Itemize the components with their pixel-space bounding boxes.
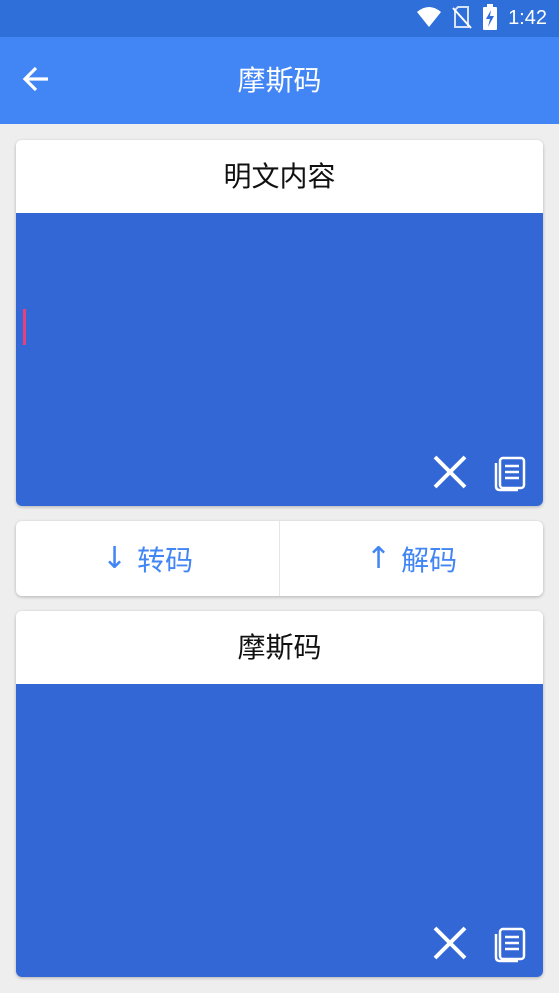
battery-charging-icon bbox=[482, 3, 498, 34]
plain-text-area bbox=[16, 213, 543, 506]
plain-text-card: 明文内容 bbox=[16, 140, 543, 506]
close-icon bbox=[432, 454, 468, 494]
copy-plain-button[interactable] bbox=[491, 454, 529, 494]
morse-code-title: 摩斯码 bbox=[16, 611, 543, 684]
copy-icon bbox=[492, 452, 528, 496]
arrow-left-icon bbox=[22, 66, 50, 96]
text-caret bbox=[23, 309, 26, 345]
plain-text-title: 明文内容 bbox=[16, 140, 543, 213]
status-time: 1:42 bbox=[508, 7, 547, 29]
convert-button-row: ↓ 转码 ↑ 解码 bbox=[16, 521, 543, 596]
morse-code-area bbox=[16, 684, 543, 977]
back-button[interactable] bbox=[16, 61, 56, 101]
app-bar: 摩斯码 bbox=[0, 37, 559, 124]
clear-plain-button[interactable] bbox=[431, 454, 469, 494]
arrow-up-icon: ↑ bbox=[365, 541, 392, 576]
plain-text-actions bbox=[431, 454, 529, 494]
page-title: 摩斯码 bbox=[237, 64, 322, 97]
close-icon bbox=[432, 925, 468, 965]
clear-morse-button[interactable] bbox=[431, 925, 469, 965]
encode-label: 转码 bbox=[137, 543, 194, 577]
copy-morse-button[interactable] bbox=[491, 925, 529, 965]
decode-label: 解码 bbox=[401, 543, 458, 577]
status-bar: 1:42 bbox=[0, 0, 559, 37]
no-sim-icon bbox=[452, 5, 472, 33]
morse-code-actions bbox=[431, 925, 529, 965]
decode-button[interactable]: ↑ 解码 bbox=[279, 521, 543, 596]
status-icons: 1:42 bbox=[416, 0, 547, 37]
copy-icon bbox=[492, 923, 528, 967]
encode-button[interactable]: ↓ 转码 bbox=[16, 521, 279, 596]
morse-code-card: 摩斯码 bbox=[16, 611, 543, 977]
arrow-down-icon: ↓ bbox=[101, 541, 128, 576]
wifi-icon bbox=[416, 6, 442, 32]
